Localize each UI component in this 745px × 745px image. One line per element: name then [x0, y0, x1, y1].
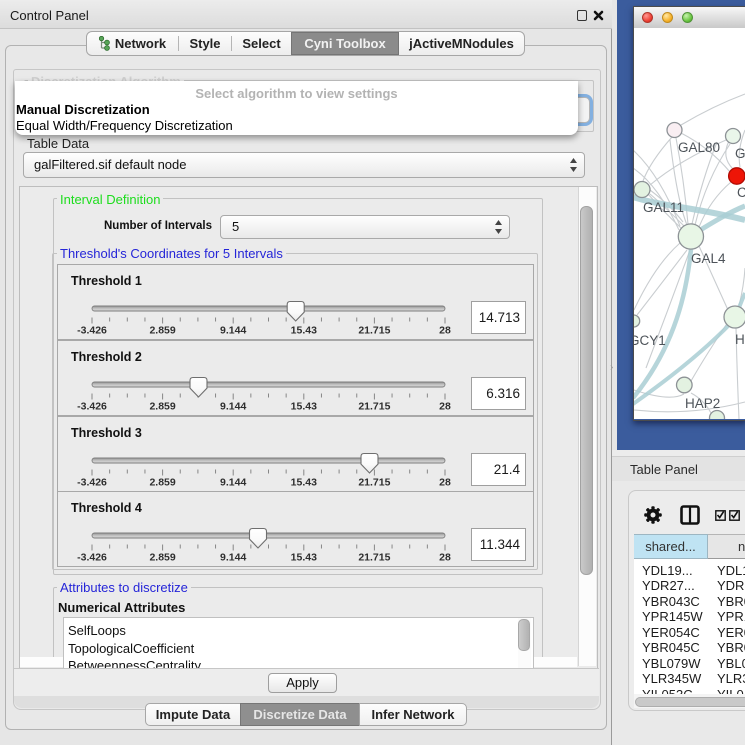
svg-text:28: 28 [439, 477, 451, 489]
svg-text:28: 28 [439, 401, 451, 413]
svg-text:28: 28 [439, 552, 451, 564]
svg-text:9.144: 9.144 [220, 401, 246, 413]
svg-text:H: H [735, 332, 745, 347]
svg-text:21.715: 21.715 [358, 552, 390, 564]
svg-text:2.859: 2.859 [149, 325, 175, 337]
svg-text:GCY1: GCY1 [634, 333, 666, 348]
svg-text:28: 28 [439, 325, 451, 337]
svg-text:-3.426: -3.426 [77, 477, 107, 489]
svg-text:2.859: 2.859 [149, 477, 175, 489]
svg-text:GAL11: GAL11 [643, 200, 684, 215]
svg-text:9.144: 9.144 [220, 477, 246, 489]
svg-text:HAP2: HAP2 [685, 396, 720, 411]
svg-text:-3.426: -3.426 [77, 552, 107, 564]
svg-text:15.43: 15.43 [291, 401, 317, 413]
svg-text:21.715: 21.715 [358, 401, 390, 413]
svg-text:9.144: 9.144 [220, 552, 246, 564]
svg-text:15.43: 15.43 [291, 552, 317, 564]
svg-text:GAL4: GAL4 [691, 251, 726, 266]
svg-text:15.43: 15.43 [291, 477, 317, 489]
svg-text:21.715: 21.715 [358, 325, 390, 337]
svg-text:C: C [737, 185, 745, 200]
svg-text:2.859: 2.859 [149, 401, 175, 413]
svg-text:G.: G. [735, 146, 745, 161]
svg-text:21.715: 21.715 [358, 477, 390, 489]
svg-text:15.43: 15.43 [291, 325, 317, 337]
svg-text:2.859: 2.859 [149, 552, 175, 564]
svg-text:9.144: 9.144 [220, 325, 246, 337]
svg-text:-3.426: -3.426 [77, 325, 107, 337]
svg-text:-3.426: -3.426 [77, 401, 107, 413]
svg-text:GAL80: GAL80 [678, 140, 720, 155]
